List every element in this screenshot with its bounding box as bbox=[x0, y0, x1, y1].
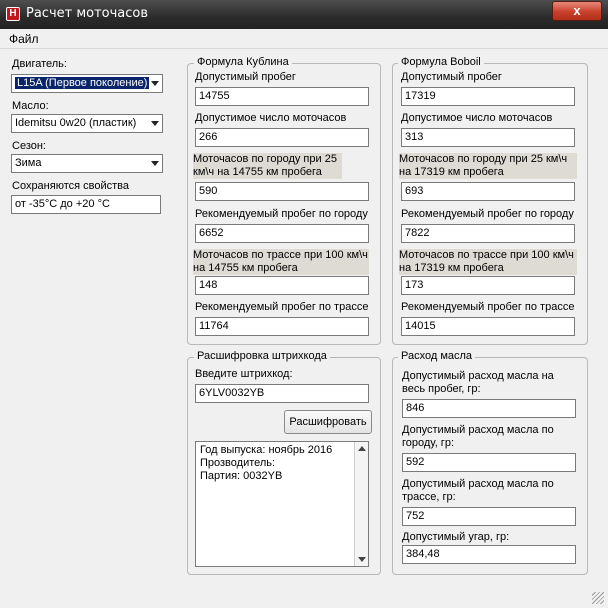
props-field[interactable]: от -35°C до +20 °C bbox=[11, 195, 161, 214]
menu-file[interactable]: Файл bbox=[9, 32, 39, 46]
oil-burn-label: Допустимый угар, гр: bbox=[402, 531, 510, 543]
boboil-city-hours-label: Моточасов по городу при 25 км\ч на 17319… bbox=[399, 153, 577, 179]
oil-value: Idemitsu 0w20 (пластик) bbox=[15, 117, 137, 129]
decode-button[interactable]: Расшифровать bbox=[284, 410, 372, 434]
kublin-group-title: Формула Кублина bbox=[194, 56, 292, 68]
scroll-up-icon[interactable] bbox=[358, 446, 366, 451]
boboil-highway-hours-field[interactable]: 173 bbox=[401, 276, 575, 295]
boboil-mileage-label: Допустимый пробег bbox=[401, 71, 502, 83]
boboil-mileage-field[interactable]: 17319 bbox=[401, 87, 575, 106]
result-scrollbar[interactable] bbox=[354, 442, 368, 566]
boboil-city-hours-field[interactable]: 693 bbox=[401, 182, 575, 201]
boboil-city-mileage-field[interactable]: 7822 bbox=[401, 224, 575, 243]
window-title: Расчет моточасов bbox=[26, 6, 149, 21]
kublin-highway-mileage-label: Рекомендуемый пробег по трассе bbox=[195, 301, 369, 313]
chevron-down-icon[interactable] bbox=[151, 81, 159, 86]
app-logo-icon: H bbox=[6, 7, 20, 21]
result-manufacturer: Прозводитель: bbox=[200, 457, 276, 469]
engine-label: Двигатель: bbox=[12, 58, 67, 70]
season-label: Сезон: bbox=[12, 140, 46, 152]
boboil-group-title: Формула Boboil bbox=[398, 56, 484, 68]
kublin-mileage-field[interactable]: 14755 bbox=[195, 87, 369, 106]
engine-value: L15A (Первое поколение) bbox=[15, 77, 150, 89]
title-bar[interactable]: H Расчет моточасов x bbox=[0, 0, 608, 29]
kublin-city-mileage-label: Рекомендуемый пробег по городу bbox=[195, 208, 368, 220]
kublin-highway-hours-field[interactable]: 148 bbox=[195, 276, 369, 295]
oil-highway-label: Допустимый расход масла по трассе, гр: bbox=[402, 478, 554, 503]
oil-total-label: Допустимый расход масла на весь пробег, … bbox=[402, 370, 554, 395]
resize-grip[interactable] bbox=[592, 592, 604, 604]
kublin-hours-field[interactable]: 266 bbox=[195, 128, 369, 147]
kublin-mileage-label: Допустимый пробег bbox=[195, 71, 296, 83]
boboil-highway-mileage-field[interactable]: 14015 bbox=[401, 317, 575, 336]
oil-total-field[interactable]: 846 bbox=[402, 399, 576, 418]
oil-select[interactable]: Idemitsu 0w20 (пластик) bbox=[11, 114, 163, 133]
oil-group-title: Расход масла bbox=[398, 350, 476, 362]
chevron-down-icon[interactable] bbox=[151, 161, 159, 166]
oil-city-field[interactable]: 592 bbox=[402, 453, 576, 472]
kublin-city-hours-label: Моточасов по городу при 25 км\ч на 14755… bbox=[193, 153, 342, 179]
oil-burn-field[interactable]: 384,48 bbox=[402, 545, 576, 564]
season-value: Зима bbox=[15, 157, 42, 169]
boboil-highway-hours-label: Моточасов по трассе при 100 км\ч на 1731… bbox=[399, 249, 577, 275]
engine-select[interactable]: L15A (Первое поколение) bbox=[11, 74, 163, 93]
result-batch: Партия: 0032YB bbox=[200, 470, 283, 482]
season-select[interactable]: Зима bbox=[11, 154, 163, 173]
barcode-group-title: Расшифровка штрихкода bbox=[194, 350, 330, 362]
barcode-input[interactable]: 6YLV0032YB bbox=[195, 384, 369, 403]
oil-highway-field[interactable]: 752 bbox=[402, 507, 576, 526]
app-window: H Расчет моточасов x Файл Двигатель: L15… bbox=[0, 0, 608, 608]
oil-label: Масло: bbox=[12, 100, 49, 112]
boboil-highway-mileage-label: Рекомендуемый пробег по трассе bbox=[401, 301, 575, 313]
kublin-city-hours-field[interactable]: 590 bbox=[195, 182, 369, 201]
kublin-highway-hours-label: Моточасов по трассе при 100 км\ч на 1475… bbox=[193, 249, 369, 275]
boboil-hours-label: Допустимое число моточасов bbox=[401, 112, 553, 124]
result-year: Год выпуска: ноябрь 2016 bbox=[200, 444, 333, 456]
barcode-result-area[interactable]: Год выпуска: ноябрь 2016 Прозводитель: П… bbox=[195, 441, 369, 567]
boboil-hours-field[interactable]: 313 bbox=[401, 128, 575, 147]
close-button[interactable]: x bbox=[552, 1, 602, 21]
props-label: Сохраняются свойства bbox=[12, 180, 129, 192]
barcode-input-label: Введите штрихкод: bbox=[195, 368, 293, 380]
scroll-down-icon[interactable] bbox=[358, 557, 366, 562]
menu-bar: Файл bbox=[0, 29, 608, 49]
oil-city-label: Допустимый расход масла по городу, гр: bbox=[402, 424, 554, 449]
kublin-highway-mileage-field[interactable]: 11764 bbox=[195, 317, 369, 336]
chevron-down-icon[interactable] bbox=[151, 121, 159, 126]
kublin-hours-label: Допустимое число моточасов bbox=[195, 112, 347, 124]
kublin-city-mileage-field[interactable]: 6652 bbox=[195, 224, 369, 243]
boboil-city-mileage-label: Рекомендуемый пробег по городу bbox=[401, 208, 574, 220]
